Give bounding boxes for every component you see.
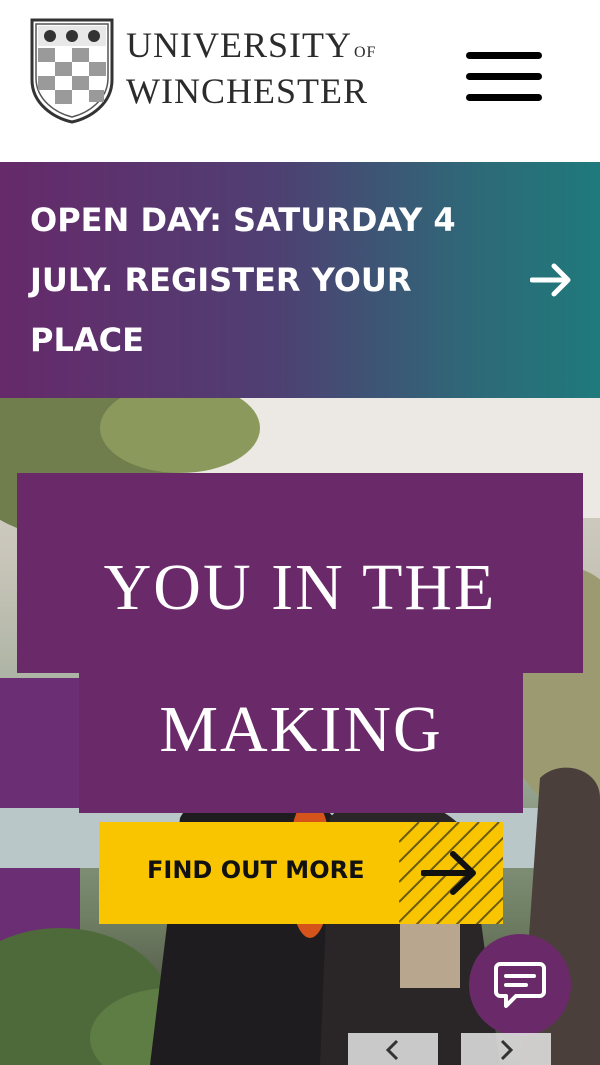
chevron-left-icon (385, 1039, 399, 1061)
cta-label: FIND OUT MORE (147, 856, 365, 884)
site-header: UNIVERSITY OF WINCHESTER (0, 0, 600, 162)
banner-text: OPEN DAY: SATURDAY 4 JULY. REGISTER YOUR… (30, 201, 456, 359)
logo-of-text: OF (353, 44, 377, 61)
logo-university-text: UNIVERSITY (126, 25, 352, 65)
arrow-right-icon (530, 263, 571, 297)
chat-bubble-icon (494, 962, 546, 1008)
crest-icon (30, 18, 114, 124)
chevron-right-icon (500, 1039, 514, 1061)
hero-title-line-1: YOU IN THE (103, 551, 497, 624)
find-out-more-button[interactable]: FIND OUT MORE (99, 822, 503, 924)
open-day-banner[interactable]: OPEN DAY: SATURDAY 4 JULY. REGISTER YOUR… (0, 162, 600, 398)
arrow-right-icon (421, 851, 476, 895)
logo-winchester-text: WINCHESTER (126, 71, 368, 111)
hamburger-menu-icon[interactable] (466, 52, 542, 102)
hero-title-line-2: MAKING (159, 693, 443, 766)
university-logo[interactable]: UNIVERSITY OF WINCHESTER (30, 18, 376, 124)
chat-button[interactable] (469, 934, 571, 1036)
slider-prev-button[interactable] (348, 1033, 438, 1065)
logo-wordmark: UNIVERSITY OF WINCHESTER (126, 26, 376, 110)
slider-next-button[interactable] (461, 1033, 551, 1065)
